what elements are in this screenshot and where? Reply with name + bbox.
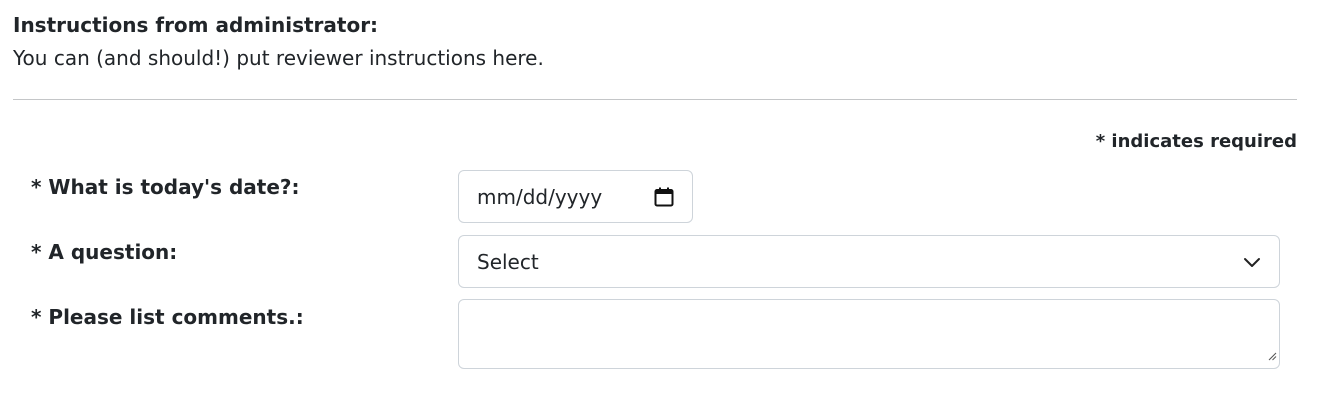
required-note: * indicates required (1095, 131, 1297, 152)
question-field-label: * A question: (31, 240, 178, 264)
comments-textarea[interactable] (458, 299, 1280, 369)
question-select-value: Select (477, 249, 539, 274)
date-input-placeholder: mm/dd/yyyy (477, 184, 603, 209)
resize-grip-icon[interactable] (1267, 342, 1277, 366)
comments-field-label: * Please list comments.: (31, 305, 304, 329)
question-select[interactable]: Select (458, 235, 1280, 288)
calendar-icon[interactable] (654, 187, 674, 207)
instructions-text: You can (and should!) put reviewer instr… (13, 46, 544, 70)
chevron-down-icon (1243, 256, 1261, 268)
instructions-section: Instructions from administrator: You can… (13, 11, 544, 72)
date-field-label: * What is today's date?: (31, 175, 300, 199)
date-input[interactable]: mm/dd/yyyy (458, 170, 693, 223)
section-divider (13, 99, 1297, 100)
instructions-heading: Instructions from administrator: (13, 13, 379, 37)
